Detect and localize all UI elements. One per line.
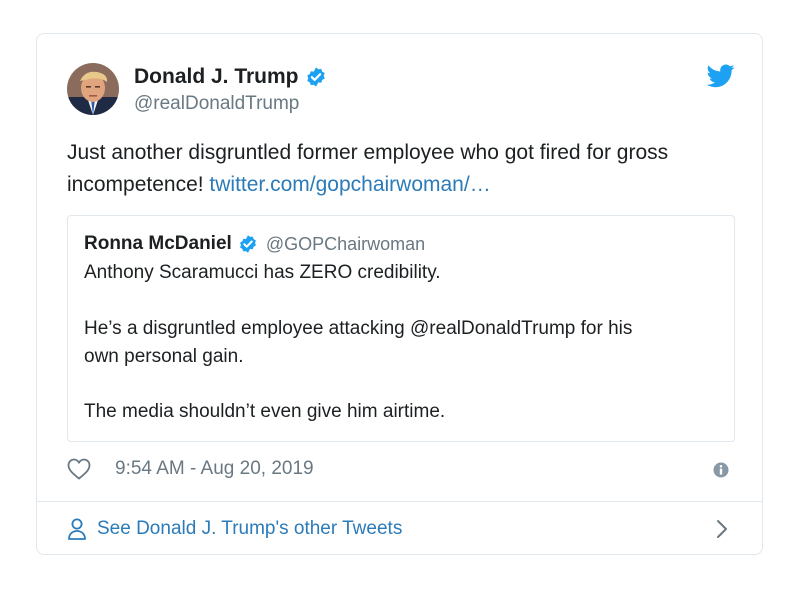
quoted-text-line: He’s a disgruntled employee attacking @r… (84, 318, 633, 339)
avatar-image (67, 63, 119, 115)
tweet-card: Donald J. Trump @realDonaldTrump Just an… (36, 33, 763, 555)
author-handle[interactable]: @realDonaldTrump (134, 93, 299, 115)
quoted-author-name[interactable]: Ronna McDaniel (84, 233, 232, 255)
avatar[interactable] (67, 63, 119, 115)
quoted-tweet[interactable]: Ronna McDaniel @GOPChairwoman Anthony Sc… (67, 215, 735, 442)
quoted-author-handle[interactable]: @GOPChairwoman (266, 234, 425, 255)
quoted-text-line: The media shouldn’t even give him airtim… (84, 401, 446, 422)
author-name-row[interactable]: Donald J. Trump (134, 65, 327, 89)
tweet-timestamp[interactable]: 9:54 AM - Aug 20, 2019 (115, 458, 314, 480)
other-tweets-link[interactable]: See Donald J. Trump's other Tweets (67, 517, 402, 541)
footer-divider (37, 501, 762, 502)
twitter-bird-icon[interactable] (707, 64, 735, 88)
chevron-right-icon[interactable] (715, 518, 729, 540)
verified-badge-icon (306, 67, 325, 87)
info-icon[interactable] (713, 462, 729, 478)
verified-badge-icon (239, 235, 256, 253)
tweet-link[interactable]: twitter.com/gopchairwoman/… (209, 173, 490, 196)
heart-icon[interactable] (67, 458, 91, 480)
quoted-text-line: own personal gain. (84, 346, 244, 367)
other-tweets-label[interactable]: See Donald J. Trump's other Tweets (97, 518, 402, 540)
author-name[interactable]: Donald J. Trump (134, 65, 299, 89)
quoted-header: Ronna McDaniel @GOPChairwoman (84, 233, 425, 255)
quoted-text-line: Anthony Scaramucci has ZERO credibility. (84, 262, 441, 283)
tweet-text: Just another disgruntled former employee… (67, 137, 747, 201)
tweet-meta: 9:54 AM - Aug 20, 2019 (67, 458, 314, 480)
person-icon (68, 518, 86, 540)
